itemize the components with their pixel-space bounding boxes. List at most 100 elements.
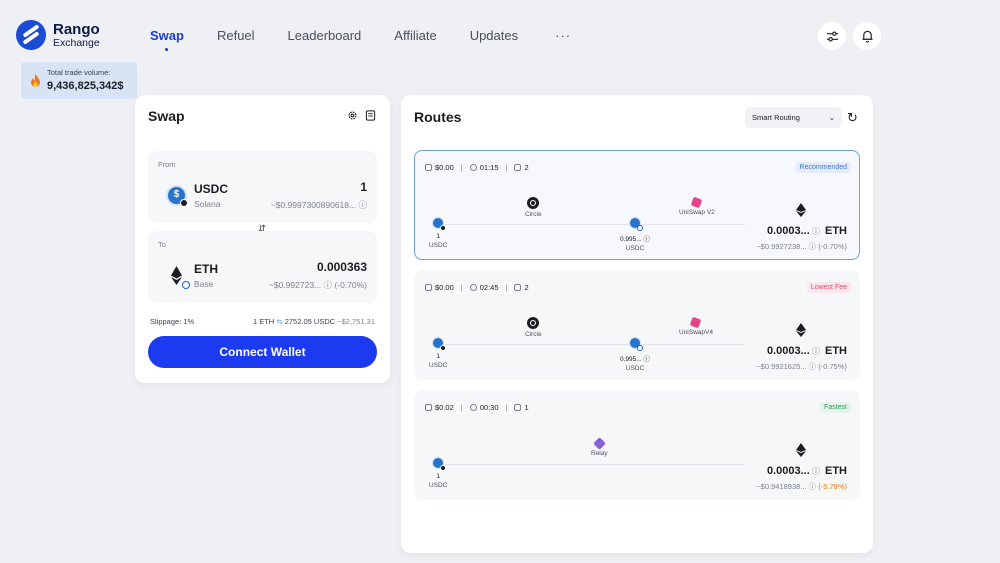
route-card-recommended[interactable]: $0.00 | 01:15 | 2 Recommended 1 USDC Cir… xyxy=(414,150,860,260)
from-amount-input[interactable]: 1 xyxy=(271,180,367,194)
layers-icon xyxy=(514,404,522,411)
route-src-amount: 1 xyxy=(436,353,441,360)
route-bridge: Relay xyxy=(591,450,608,457)
refresh-icon[interactable]: ↻ xyxy=(847,110,858,126)
route-steps: 1 xyxy=(524,403,529,412)
logo[interactable]: Rango Exchange xyxy=(16,20,100,50)
nav-updates[interactable]: Updates xyxy=(470,28,518,43)
to-price-impact: (-0.70%) xyxy=(334,280,367,290)
usdc-token-icon xyxy=(629,217,643,231)
bell-icon xyxy=(861,30,873,43)
route-fee: $0.00 xyxy=(435,283,454,292)
route-steps: 2 xyxy=(524,163,529,172)
from-token-chain: Solana xyxy=(194,199,221,209)
to-label: To xyxy=(158,240,166,249)
nav-more-menu[interactable]: ··· xyxy=(555,28,571,43)
notifications-button[interactable] xyxy=(853,22,881,50)
layers-icon xyxy=(514,284,522,291)
route-src-amount: 1 xyxy=(436,233,441,240)
logo-title: Rango xyxy=(53,20,100,38)
connect-wallet-button[interactable]: Connect Wallet xyxy=(148,336,377,368)
slippage-label[interactable]: Slippage: 1% xyxy=(150,317,194,326)
nav-refuel[interactable]: Refuel xyxy=(217,28,255,43)
to-amount: 0.000363 xyxy=(316,260,367,274)
eth-token-icon xyxy=(795,443,807,462)
total-volume-banner: Total trade volume: 9,436,825,342$ xyxy=(21,62,137,99)
solana-chain-icon xyxy=(180,199,188,207)
usdc-token-icon xyxy=(432,337,447,351)
from-usd-value: ~$0.9997300890618... xyxy=(270,200,357,210)
route-src-symbol: USDC xyxy=(429,482,448,489)
route-time: 02:45 xyxy=(479,283,499,292)
base-chain-icon xyxy=(182,281,190,289)
nav-swap[interactable]: Swap xyxy=(150,28,184,51)
route-dest-amount: 0.0003... xyxy=(766,345,810,357)
from-token-symbol: USDC xyxy=(194,182,229,196)
route-dex: UniSwap V2 xyxy=(679,209,715,216)
route-dest-amount: 0.0003... xyxy=(766,225,810,237)
route-dest-pct: (-5.78%) xyxy=(818,482,847,491)
nav-leaderboard[interactable]: Leaderboard xyxy=(288,28,362,43)
eth-token-icon xyxy=(166,265,190,289)
route-mid-symbol: USDC xyxy=(625,245,645,252)
route-dest-pct: (-0.75%) xyxy=(818,362,847,371)
usdc-token-icon xyxy=(166,185,188,207)
route-dest-symbol: ETH xyxy=(825,225,847,237)
fire-icon xyxy=(31,74,40,87)
route-tag: Recommended xyxy=(795,162,851,173)
route-mid-amount: 0.995... xyxy=(620,356,642,363)
route-dex: UniSwapV4 xyxy=(679,329,713,336)
clock-icon xyxy=(469,284,477,291)
main-nav: Swap Refuel Leaderboard Affiliate Update… xyxy=(150,28,571,51)
circle-bridge-icon xyxy=(527,317,540,329)
eth-token-icon xyxy=(795,323,807,342)
route-dest-usd: ~$0.9927238... xyxy=(756,242,807,251)
usdc-token-icon xyxy=(629,337,643,351)
route-dest-symbol: ETH xyxy=(825,345,847,357)
to-token-box[interactable]: To ETH Base 0.000363 ~$0.992723... ⓘ (-0… xyxy=(148,231,377,303)
fee-icon xyxy=(425,164,432,171)
fee-icon xyxy=(425,284,432,291)
from-token-box[interactable]: From USDC Solana 1 ~$0.9997300890618... … xyxy=(148,151,377,223)
route-dest-pct: (-0.70%) xyxy=(818,242,847,251)
route-steps: 2 xyxy=(524,283,529,292)
route-mid-symbol: USDC xyxy=(625,365,645,372)
swap-rate-icon[interactable]: ⇆ xyxy=(276,317,282,326)
nav-affiliate[interactable]: Affiliate xyxy=(394,28,436,43)
route-mid-amount: 0.995... xyxy=(620,236,642,243)
rango-logo-icon xyxy=(16,20,46,50)
route-card-lowest-fee[interactable]: $0.00 | 02:45 | 2 Lowest Fee 1 USDC Circ… xyxy=(414,270,860,380)
routes-card: Routes Smart Routing ⌄ ↻ $0.00 | 01:15 |… xyxy=(401,95,873,553)
usdc-token-icon xyxy=(432,217,447,231)
gear-icon[interactable] xyxy=(347,110,358,121)
routing-mode-select[interactable]: Smart Routing ⌄ xyxy=(745,107,842,128)
settings-sliders-icon xyxy=(826,30,838,42)
route-bridge: Circle xyxy=(525,331,542,338)
route-tag: Fastest xyxy=(820,402,851,413)
route-time: 00:30 xyxy=(479,403,499,412)
route-dest-amount: 0.0003... xyxy=(766,465,810,477)
history-icon[interactable] xyxy=(365,110,376,121)
route-card-fastest[interactable]: $0.02 | 00:30 | 1 Fastest 1 USDC Relay 0… xyxy=(414,390,860,500)
route-src-symbol: USDC xyxy=(429,242,448,249)
settings-button[interactable] xyxy=(818,22,846,50)
volume-value: 9,436,825,342$ xyxy=(47,80,124,92)
route-dest-usd: ~$0.9418938... xyxy=(756,482,807,491)
clock-icon xyxy=(469,164,477,171)
volume-label: Total trade volume: xyxy=(47,68,111,77)
route-src-symbol: USDC xyxy=(429,362,448,369)
swap-title: Swap xyxy=(148,108,185,124)
info-icon: ⓘ xyxy=(323,280,333,290)
circle-bridge-icon xyxy=(527,197,540,209)
exchange-rate: 1 ETH ⇆ 2752.05 USDC ~$2,751.31 xyxy=(253,317,375,326)
routing-mode-value: Smart Routing xyxy=(752,113,800,122)
rate-left: 1 ETH xyxy=(252,317,275,326)
route-fee: $0.02 xyxy=(435,403,454,412)
route-dest-symbol: ETH xyxy=(825,465,847,477)
route-time: 01:15 xyxy=(479,163,499,172)
swap-card: Swap From USDC Solana 1 ~$0.999730089061… xyxy=(135,95,390,383)
uniswap-dex-icon xyxy=(690,316,702,329)
eth-token-icon xyxy=(795,203,807,222)
rate-usd: ~$2,751.31 xyxy=(337,317,375,326)
fee-icon xyxy=(425,404,432,411)
